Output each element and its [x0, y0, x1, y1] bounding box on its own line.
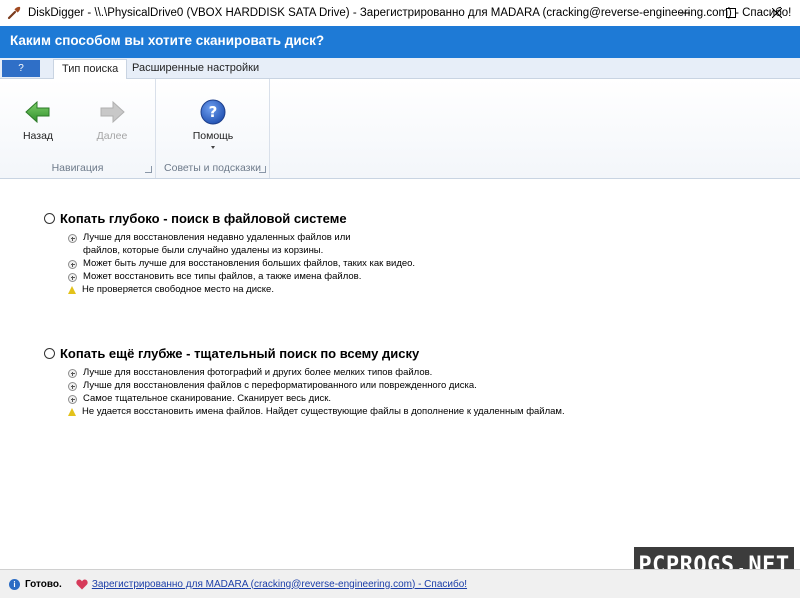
list-item: Лучше для восстановления фотографий и др… — [68, 367, 565, 380]
help-button[interactable]: ? Помощь — [191, 97, 235, 149]
group-label-navigation: Навигация — [51, 162, 104, 174]
ribbon-group-tips: ? Помощь Советы и подсказки — [156, 79, 270, 178]
bullet-text: Может восстановить все типы файлов, а та… — [83, 271, 362, 282]
ribbon-tab-strip: ? Тип поиска Расширенные настройки — [0, 58, 800, 80]
scan-option-deeper: Копать ещё глубже - тщательный поиск по … — [44, 345, 565, 419]
bullet-text: Лучше для восстановления фотографий и др… — [83, 367, 433, 378]
option-bullet-list: Лучше для восстановления недавно удаленн… — [68, 232, 415, 297]
bullet-text: файлов, которые были случайно удалены из… — [83, 245, 324, 256]
group-launcher-icon[interactable] — [145, 166, 152, 173]
status-bar: i Готово. Зарегистрированно для MADARA (… — [0, 569, 800, 598]
close-icon — [772, 8, 782, 18]
status-text: Готово. — [25, 578, 62, 590]
page-title: Каким способом вы хотите сканировать дис… — [10, 33, 325, 48]
bullet-text: Не удается восстановить имена файлов. На… — [82, 406, 565, 417]
list-item: Может восстановить все типы файлов, а та… — [68, 271, 415, 284]
option-title[interactable]: Копать глубоко - поиск в файловой систем… — [44, 210, 415, 226]
plus-bullet-icon — [68, 369, 77, 378]
list-item: Не проверяется свободное место на диске. — [68, 284, 415, 297]
ribbon-panel: Назад Далее Навигация ? Помощь Советы и … — [0, 79, 800, 179]
heart-icon — [76, 579, 88, 589]
radio-deep-scan[interactable] — [44, 212, 55, 224]
help-icon: ? — [200, 99, 226, 125]
close-button[interactable] — [754, 0, 800, 26]
tab-advanced-settings[interactable]: Расширенные настройки — [124, 59, 267, 79]
maximize-button[interactable] — [708, 0, 754, 26]
back-arrow-icon — [25, 100, 50, 124]
list-item: Лучше для восстановления недавно удаленн… — [68, 232, 415, 245]
bullet-text: Лучше для восстановления недавно удаленн… — [83, 232, 351, 243]
registration-link[interactable]: Зарегистрированно для MADARA (cracking@r… — [92, 579, 467, 590]
bullet-text: Самое тщательное сканирование. Сканирует… — [83, 393, 332, 404]
bullet-spacer — [68, 247, 77, 256]
app-menu-button[interactable]: ? — [2, 60, 40, 77]
window-controls — [662, 0, 800, 26]
warning-icon — [68, 408, 76, 416]
list-item: Не удается восстановить имена файлов. На… — [68, 406, 565, 419]
option-label[interactable]: Копать ещё глубже - тщательный поиск по … — [60, 346, 419, 361]
back-label: Назад — [22, 130, 54, 142]
plus-bullet-icon — [68, 234, 77, 243]
list-item: Может быть лучше для восстановления боль… — [68, 258, 415, 271]
forward-arrow-icon — [100, 100, 125, 124]
group-label-tips: Советы и подсказки — [164, 162, 261, 174]
scan-option-deep: Копать глубоко - поиск в файловой систем… — [44, 210, 415, 297]
forward-button[interactable]: Далее — [90, 97, 134, 142]
info-icon: i — [9, 578, 20, 590]
help-label: Помощь — [192, 130, 234, 142]
warning-icon — [68, 286, 76, 294]
option-bullet-list: Лучше для восстановления фотографий и др… — [68, 367, 565, 419]
back-button[interactable]: Назад — [16, 97, 60, 142]
plus-bullet-icon — [68, 273, 77, 282]
list-item: файлов, которые были случайно удалены из… — [68, 245, 415, 258]
plus-bullet-icon — [68, 395, 77, 404]
bullet-text: Не проверяется свободное место на диске. — [82, 284, 274, 295]
chevron-down-icon — [211, 146, 215, 149]
list-item: Лучше для восстановления файлов с перефо… — [68, 380, 565, 393]
group-launcher-icon[interactable] — [259, 166, 266, 173]
plus-bullet-icon — [68, 382, 77, 391]
radio-deeper-scan[interactable] — [44, 347, 55, 359]
maximize-icon — [726, 8, 736, 18]
option-title[interactable]: Копать ещё глубже - тщательный поиск по … — [44, 345, 565, 361]
svg-text:?: ? — [209, 103, 218, 121]
list-item: Самое тщательное сканирование. Сканирует… — [68, 393, 565, 406]
page-header: Каким способом вы хотите сканировать дис… — [0, 26, 800, 58]
tab-search-type[interactable]: Тип поиска — [53, 59, 128, 80]
forward-label: Далее — [96, 130, 128, 142]
bullet-text: Может быть лучше для восстановления боль… — [83, 258, 416, 269]
app-shovel-icon — [7, 6, 21, 20]
minimize-button[interactable] — [662, 0, 708, 26]
option-label[interactable]: Копать глубоко - поиск в файловой систем… — [60, 211, 347, 226]
ribbon-group-navigation: Назад Далее Навигация — [0, 79, 156, 178]
minimize-icon — [680, 12, 690, 14]
title-bar: DiskDigger - \\.\PhysicalDrive0 (VBOX HA… — [0, 0, 800, 26]
plus-bullet-icon — [68, 260, 77, 269]
bullet-text: Лучше для восстановления файлов с перефо… — [83, 380, 477, 391]
